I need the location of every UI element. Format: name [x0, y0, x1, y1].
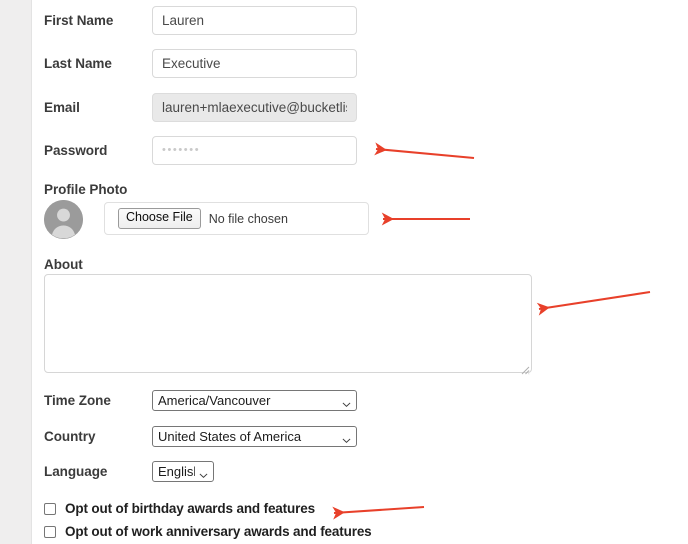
- field-row-password: Password •••••••: [33, 136, 357, 165]
- email-input: [152, 93, 357, 122]
- language-label: Language: [33, 464, 152, 479]
- field-row-language: Language English: [33, 461, 214, 482]
- profile-photo-label: Profile Photo: [44, 182, 127, 197]
- password-label: Password: [33, 143, 152, 158]
- country-label: Country: [33, 429, 152, 444]
- profile-photo-file-input[interactable]: Choose File No file chosen: [104, 202, 369, 235]
- field-row-email: Email: [33, 93, 357, 122]
- first-name-input[interactable]: [152, 6, 357, 35]
- password-input[interactable]: •••••••: [152, 136, 357, 165]
- checkbox-row-birthday-optout[interactable]: Opt out of birthday awards and features: [44, 501, 315, 516]
- choose-file-button[interactable]: Choose File: [118, 208, 201, 229]
- time-zone-select-wrap[interactable]: America/Vancouver: [152, 390, 357, 411]
- user-avatar-icon: [44, 200, 83, 239]
- first-name-label: First Name: [33, 13, 152, 28]
- work-anniversary-optout-checkbox[interactable]: [44, 526, 56, 538]
- field-row-country: Country United States of America: [33, 426, 357, 447]
- work-anniversary-optout-label: Opt out of work anniversary awards and f…: [65, 524, 372, 539]
- about-textarea[interactable]: [44, 274, 532, 373]
- checkbox-row-work-anniversary-optout[interactable]: Opt out of work anniversary awards and f…: [44, 524, 372, 539]
- password-masked-value: •••••••: [162, 145, 200, 156]
- last-name-input[interactable]: [152, 49, 357, 78]
- profile-form: First Name Last Name Email Password ••••…: [33, 0, 688, 544]
- file-status-text: No file chosen: [209, 212, 288, 226]
- country-select-wrap[interactable]: United States of America: [152, 426, 357, 447]
- profile-settings-page: First Name Last Name Email Password ••••…: [0, 0, 688, 544]
- field-row-first-name: First Name: [33, 6, 357, 35]
- country-select[interactable]: United States of America: [152, 426, 357, 447]
- birthday-optout-label: Opt out of birthday awards and features: [65, 501, 315, 516]
- birthday-optout-checkbox[interactable]: [44, 503, 56, 515]
- about-label: About: [44, 257, 83, 272]
- field-row-last-name: Last Name: [33, 49, 357, 78]
- language-select-wrap[interactable]: English: [152, 461, 214, 482]
- last-name-label: Last Name: [33, 56, 152, 71]
- field-row-time-zone: Time Zone America/Vancouver: [33, 390, 357, 411]
- time-zone-select[interactable]: America/Vancouver: [152, 390, 357, 411]
- email-label: Email: [33, 100, 152, 115]
- language-select[interactable]: English: [152, 461, 214, 482]
- time-zone-label: Time Zone: [33, 393, 152, 408]
- left-gutter-strip: [0, 0, 32, 544]
